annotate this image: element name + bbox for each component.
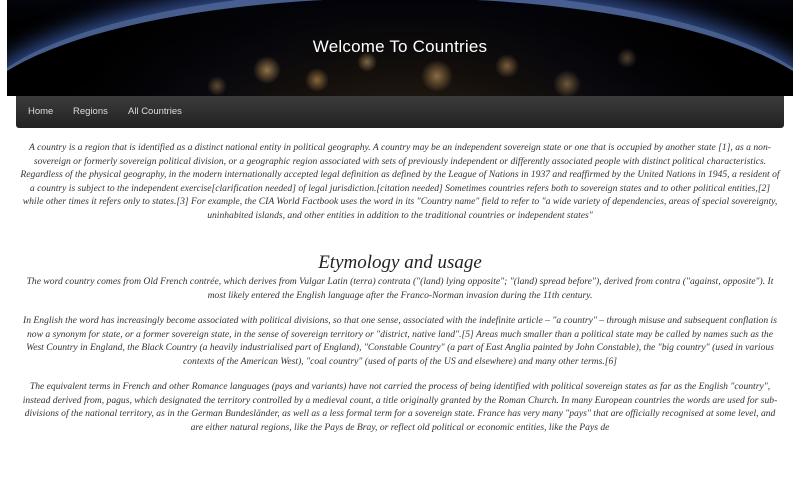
- nav-home-link[interactable]: Home: [28, 96, 53, 128]
- page-title: Welcome To Countries: [312, 37, 488, 56]
- nav-regions-link[interactable]: Regions: [73, 96, 108, 128]
- nav-all-countries-link[interactable]: All Countries: [128, 96, 182, 128]
- main-content: A country is a region that is identified…: [20, 141, 780, 434]
- header-banner: Welcome To Countries: [7, 0, 793, 96]
- top-navbar: Home Regions All Countries: [16, 96, 784, 128]
- section-heading: Etymology and usage: [318, 252, 482, 273]
- romance-languages-paragraph: The equivalent terms in French and other…: [22, 381, 778, 433]
- etymology-paragraph: The word country comes from Old French c…: [26, 276, 774, 301]
- usage-paragraph: In English the word has increasingly bec…: [23, 315, 777, 367]
- intro-paragraph: A country is a region that is identified…: [20, 142, 780, 221]
